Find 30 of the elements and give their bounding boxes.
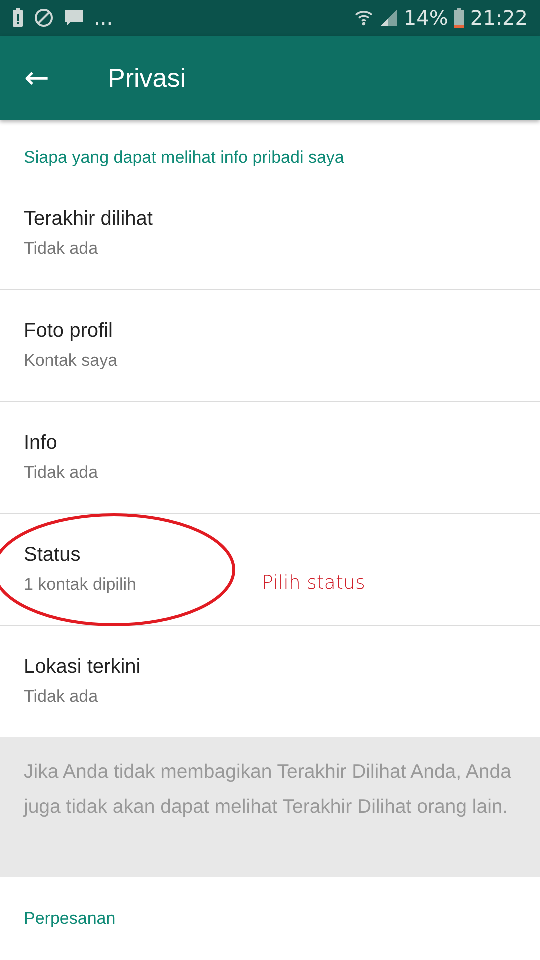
clock: 21:22 — [470, 6, 528, 30]
settings-item[interactable]: Foto profil Kontak saya — [0, 290, 540, 402]
item-value: Tidak ada — [24, 687, 100, 707]
battery-alert-icon — [12, 8, 24, 28]
item-title: Foto profil — [24, 320, 114, 343]
settings-item[interactable]: Info Tidak ada — [0, 402, 540, 514]
annotation-note: Pilih status — [262, 572, 366, 594]
settings-item[interactable]: Lokasi terkini Tidak ada — [0, 626, 540, 737]
section-header: Perpesanan — [23, 908, 117, 930]
item-value: Tidak ada — [24, 239, 100, 259]
battery-icon — [454, 8, 464, 28]
back-button[interactable]: ← — [22, 60, 52, 96]
battery-percentage: 14% — [404, 6, 448, 30]
item-title: Terakhir dilihat — [24, 208, 153, 231]
item-value: Tidak ada — [24, 463, 98, 483]
settings-item[interactable]: Status 1 kontak dipilih Pilih status — [0, 514, 540, 626]
blocked-icon — [34, 8, 54, 28]
settings-item[interactable]: Terakhir dilihat Tidak ada — [0, 178, 540, 290]
more-notifications: ... — [94, 6, 114, 30]
item-title: Info — [24, 432, 58, 455]
wifi-icon — [354, 8, 374, 28]
signal-icon — [380, 9, 398, 27]
item-title: Status — [24, 544, 82, 567]
section-header: Siapa yang dapat melihat info pribadi saya — [23, 147, 346, 169]
item-value: 1 kontak dipilih — [24, 575, 136, 595]
screen-title: Privasi — [108, 62, 186, 94]
item-value: Kontak saya — [24, 351, 118, 371]
item-title: Lokasi terkini — [24, 656, 141, 679]
info-text: Jika Anda tidak membagikan Terakhir Dilihat Anda, Anda juga tidak akan dapat melihat Terakhir Dilihat orang lain. — [24, 760, 512, 820]
message-icon — [64, 8, 84, 28]
